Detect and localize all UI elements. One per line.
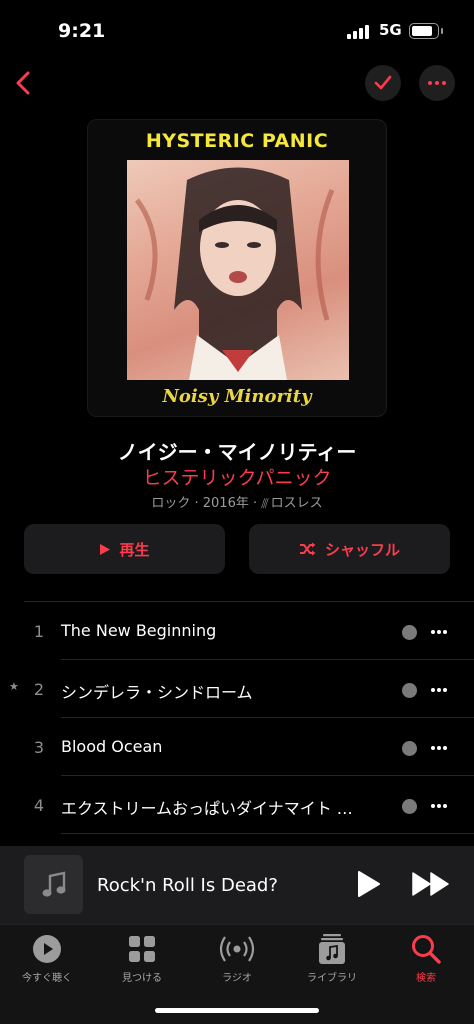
status-bar: 9:21 5G bbox=[0, 0, 474, 60]
mini-play-button[interactable] bbox=[357, 871, 381, 901]
artwork-band-text: HYSTERIC PANIC bbox=[145, 130, 329, 152]
music-note-icon bbox=[42, 871, 65, 897]
fast-forward-icon bbox=[412, 872, 449, 896]
play-icon bbox=[100, 543, 111, 555]
track-title: シンデレラ・シンドローム bbox=[61, 683, 253, 702]
network-type: 5G bbox=[379, 21, 402, 39]
track-more-button[interactable] bbox=[431, 630, 449, 634]
track-number: 3 bbox=[33, 738, 45, 757]
downloaded-icon bbox=[402, 799, 417, 814]
track-number: 1 bbox=[33, 622, 45, 641]
play-label: 再生 bbox=[119, 540, 150, 559]
battery-icon bbox=[409, 23, 443, 39]
more-options-button[interactable] bbox=[419, 65, 455, 101]
track-more-button[interactable] bbox=[431, 688, 449, 692]
track-row[interactable]: 1 The New Beginning bbox=[0, 602, 474, 660]
downloaded-icon bbox=[402, 741, 417, 756]
back-button[interactable] bbox=[8, 66, 42, 100]
library-icon bbox=[319, 934, 345, 964]
track-row[interactable]: 4 エクストリームおっぱいダイナマイト … bbox=[0, 776, 474, 834]
mini-player-artwork bbox=[24, 855, 83, 914]
ellipsis-icon bbox=[428, 81, 446, 85]
tab-search[interactable]: 検索 bbox=[381, 933, 471, 984]
track-row[interactable]: 3 Blood Ocean bbox=[0, 718, 474, 776]
status-time: 9:21 bbox=[58, 20, 106, 42]
skip-forward-button[interactable] bbox=[412, 872, 450, 900]
added-check-button[interactable] bbox=[365, 65, 401, 101]
home-indicator bbox=[155, 1008, 319, 1013]
tab-label: ラジオ bbox=[222, 973, 252, 984]
cellular-signal-icon bbox=[347, 25, 371, 39]
radio-icon bbox=[219, 936, 255, 962]
tab-library[interactable]: ライブラリ bbox=[287, 933, 377, 984]
artist-link[interactable]: ヒステリックパニック bbox=[0, 463, 474, 490]
downloaded-icon bbox=[402, 683, 417, 698]
track-title: Blood Ocean bbox=[61, 737, 163, 756]
album-artwork: HYSTERIC PANIC Noisy Minority bbox=[87, 119, 387, 417]
track-more-button[interactable] bbox=[431, 804, 449, 808]
album-meta: ロック · 2016年 · ⧸⧸⧸ ロスレス bbox=[0, 492, 474, 511]
play-button[interactable]: 再生 bbox=[24, 524, 225, 574]
shuffle-button[interactable]: シャッフル bbox=[249, 524, 450, 574]
grid-icon bbox=[129, 936, 155, 962]
mini-player[interactable]: Rock'n Roll Is Dead? bbox=[0, 846, 474, 924]
track-title: エクストリームおっぱいダイナマイト … bbox=[61, 799, 353, 818]
checkmark-icon bbox=[374, 75, 392, 90]
genre-year: ロック · 2016年 · bbox=[151, 496, 262, 511]
tab-radio[interactable]: ラジオ bbox=[192, 933, 282, 984]
tab-label: ライブラリ bbox=[307, 973, 357, 984]
search-icon bbox=[412, 935, 441, 964]
track-row[interactable]: ★ 2 シンデレラ・シンドローム bbox=[0, 660, 474, 718]
album-title: ノイジー・マイノリティー bbox=[117, 440, 357, 464]
shuffle-label: シャッフル bbox=[324, 540, 400, 559]
play-icon bbox=[358, 871, 380, 897]
lossless-label: ロスレス bbox=[270, 496, 323, 511]
artwork-illustration bbox=[127, 160, 349, 380]
tab-label: 見つける bbox=[122, 973, 162, 984]
track-title: The New Beginning bbox=[61, 621, 217, 640]
chevron-left-icon bbox=[16, 71, 30, 95]
play-circle-icon bbox=[33, 935, 61, 963]
tab-browse[interactable]: 見つける bbox=[97, 933, 187, 984]
track-number: 2 bbox=[33, 680, 45, 699]
now-playing-title: Rock'n Roll Is Dead? bbox=[97, 875, 278, 896]
tab-listen-now[interactable]: 今すぐ聴く bbox=[2, 933, 92, 984]
shuffle-icon bbox=[299, 542, 316, 556]
downloaded-icon bbox=[402, 625, 417, 640]
tab-label: 今すぐ聴く bbox=[22, 973, 72, 984]
track-number: 4 bbox=[33, 796, 45, 815]
artwork-album-text: Noisy Minority bbox=[162, 386, 312, 407]
tab-label: 検索 bbox=[416, 973, 436, 984]
star-icon: ★ bbox=[9, 680, 19, 693]
track-more-button[interactable] bbox=[431, 746, 449, 750]
